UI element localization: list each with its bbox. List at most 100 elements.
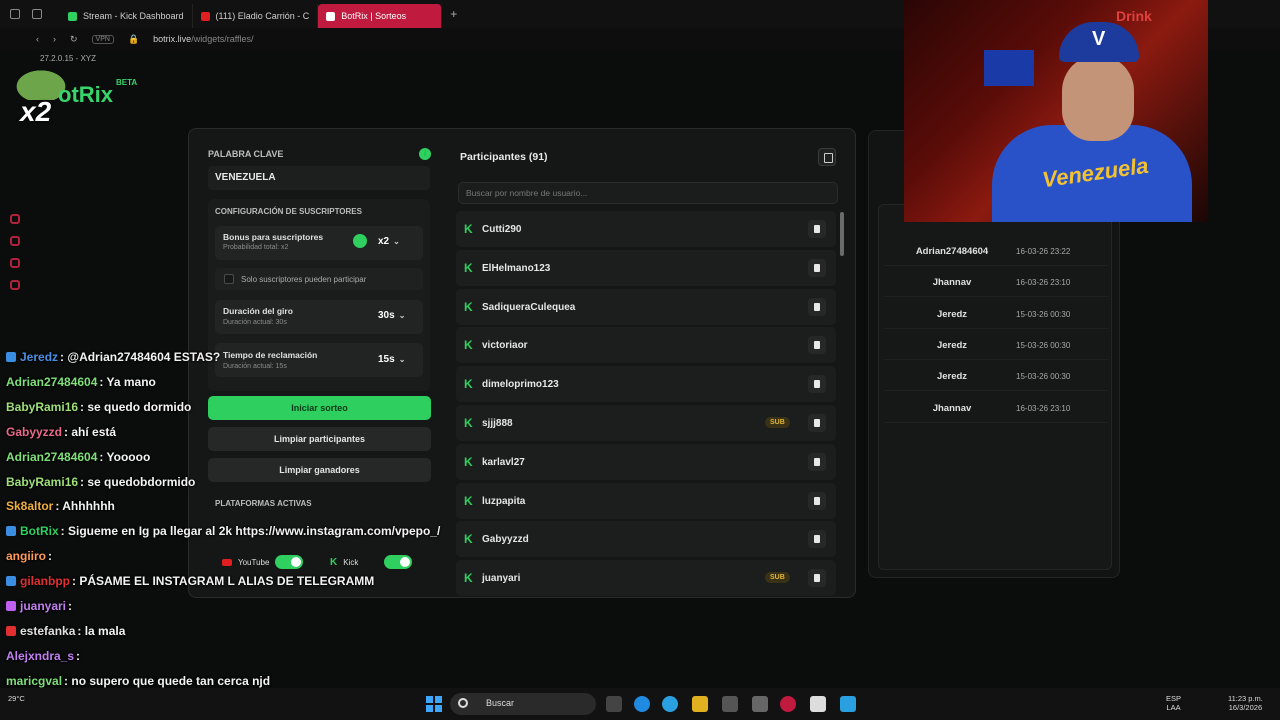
trash-icon[interactable] <box>808 258 826 277</box>
reload-icon[interactable]: ↻ <box>70 34 78 45</box>
winner-date: 16-03-26 23:10 <box>1016 403 1071 413</box>
trash-icon[interactable] <box>808 375 826 394</box>
trash-icon[interactable] <box>808 336 826 355</box>
workspace-icon[interactable] <box>10 9 20 19</box>
participant-name: juanyari <box>482 573 521 585</box>
chat-username[interactable]: Adrian27484604 <box>6 450 97 464</box>
participant-search-input[interactable]: Buscar por nombre de usuario... <box>458 182 838 204</box>
botrix-logo: otRix BETA x2 <box>8 64 158 128</box>
clock[interactable]: 11:23 p.m. 16/3/2026 <box>1228 694 1263 712</box>
start-raffle-button[interactable]: Iniciar sorteo <box>208 396 431 420</box>
chat-icon[interactable] <box>10 258 20 268</box>
chat-badge-icon <box>6 601 16 611</box>
trash-icon[interactable] <box>808 220 826 238</box>
chat-username[interactable]: BabyRami16 <box>6 475 78 489</box>
telegram-icon[interactable] <box>662 696 678 712</box>
winner-row: Jeredz 15-03-26 00:30 <box>884 332 1108 360</box>
tab-botrix[interactable]: BotRix | Sorteos <box>318 4 443 28</box>
chat-text: : se quedo dormido <box>80 399 192 414</box>
forward-icon[interactable]: › <box>53 34 56 44</box>
webcam-feed: Venezuela V Drink <box>904 0 1208 222</box>
trash-icon[interactable] <box>808 530 826 549</box>
kick-icon: K <box>464 377 473 392</box>
chat-badge-icon <box>6 576 16 587</box>
app-icon[interactable] <box>840 696 856 712</box>
chat-username[interactable]: angiiro <box>6 549 46 563</box>
chat-username[interactable]: Alejxndra_s <box>6 649 74 663</box>
participant-name: dimeloprimo123 <box>482 379 559 391</box>
sign-text: Drink <box>1116 8 1152 24</box>
chat-username[interactable]: gilanbpp <box>20 574 70 588</box>
chat-username[interactable]: juanyari <box>20 599 66 613</box>
scrollbar[interactable] <box>840 212 844 256</box>
kick-icon <box>68 11 77 21</box>
winner-name: Adrian27484604 <box>915 246 989 257</box>
chat-username[interactable]: maricgval <box>6 674 62 688</box>
opera-icon[interactable] <box>780 696 796 712</box>
tabs-icon[interactable] <box>32 9 42 19</box>
participant-name: Cutti290 <box>482 224 522 235</box>
kick-toggle[interactable] <box>384 555 413 569</box>
winner-row: Adrian27484604 16-03-26 23:22 <box>884 238 1108 266</box>
bag-icon[interactable] <box>10 236 20 246</box>
copy-button[interactable] <box>818 148 836 166</box>
chat-message: gilanbpp: PÁSAME EL INSTAGRAM L ALIAS DE… <box>6 574 374 588</box>
app-icon[interactable] <box>722 696 738 712</box>
taskbar-search[interactable]: Buscar <box>450 693 596 715</box>
chat-text: : <box>48 549 53 564</box>
language-indicator[interactable]: ESP LAA <box>1166 694 1181 712</box>
obs-icon[interactable] <box>810 696 826 712</box>
chat-username[interactable]: Sk8altor <box>6 499 53 513</box>
edge-icon[interactable] <box>634 696 650 712</box>
chat-username[interactable]: estefanka <box>20 624 75 638</box>
chat-username[interactable]: BotRix <box>20 524 59 538</box>
folder-icon[interactable] <box>692 696 708 712</box>
spin-select[interactable]: 30s ⌄ <box>378 310 405 321</box>
kick-icon: K <box>464 532 473 547</box>
window-controls <box>0 9 60 19</box>
subscriber-config-title: CONFIGURACIÓN DE SUSCRIPTORES <box>215 207 362 216</box>
beta-badge: BETA <box>116 78 138 87</box>
trash-icon[interactable] <box>808 297 826 316</box>
back-icon[interactable]: ‹ <box>36 34 39 44</box>
info-icon[interactable]: i <box>419 148 431 160</box>
chat-username[interactable]: Adrian27484604 <box>6 375 97 389</box>
app-icon[interactable] <box>752 696 768 712</box>
task-view-icon[interactable] <box>606 696 622 712</box>
clear-participants-button[interactable]: Limpiar participantes <box>208 427 431 451</box>
subs-only-checkbox[interactable] <box>224 274 234 284</box>
chat-text: : no supero que quede tan cerca njd <box>64 673 271 688</box>
trash-icon[interactable] <box>808 569 826 588</box>
chat-username[interactable]: Jeredz <box>20 350 58 364</box>
trash-icon[interactable] <box>808 414 826 432</box>
vpn-badge[interactable]: VPN <box>91 34 114 44</box>
claim-select[interactable]: 15s ⌄ <box>378 354 405 365</box>
participant-row: Kdimeloprimo123 <box>456 366 836 403</box>
url-field[interactable]: botrix.live/widgets/raffles/ <box>153 34 253 44</box>
chat-message: maricgval: no supero que quede tan cerca… <box>6 674 270 688</box>
clear-winners-button[interactable]: Limpiar ganadores <box>208 458 431 482</box>
clock-date: 16/3/2026 <box>1228 703 1263 712</box>
tab-youtube[interactable]: (111) Eladio Carrión - C <box>193 4 319 28</box>
keyword-input[interactable]: VENEZUELA <box>208 166 430 190</box>
winner-row: Jhannav 16-03-26 23:10 <box>884 395 1108 423</box>
box-icon[interactable] <box>10 280 20 290</box>
chat-username[interactable]: BabyRami16 <box>6 400 78 414</box>
trash-icon[interactable] <box>808 452 826 471</box>
platforms-title: PLATAFORMAS ACTIVAS <box>215 499 312 508</box>
clock-icon[interactable] <box>10 214 20 224</box>
tab-label: Stream - Kick Dashboard <box>83 11 184 21</box>
tab-kick-dashboard[interactable]: Stream - Kick Dashboard <box>60 4 193 28</box>
chat-badge-icon <box>6 625 16 636</box>
participant-name: SadiqueraCulequea <box>482 301 576 313</box>
chevron-down-icon: ⌄ <box>398 355 406 364</box>
lock-icon: 🔒 <box>127 33 140 44</box>
chat-message: juanyari: <box>6 599 72 613</box>
trash-icon[interactable] <box>808 491 826 510</box>
windows-start-icon[interactable] <box>426 696 442 712</box>
new-tab-button[interactable]: + <box>450 7 457 21</box>
claim-sub: Duración actual: 15s <box>223 363 287 370</box>
youtube-toggle[interactable] <box>275 555 304 569</box>
chat-username[interactable]: Gabyyzzd <box>6 425 62 439</box>
bonus-select[interactable]: x2 ⌄ <box>378 236 400 247</box>
